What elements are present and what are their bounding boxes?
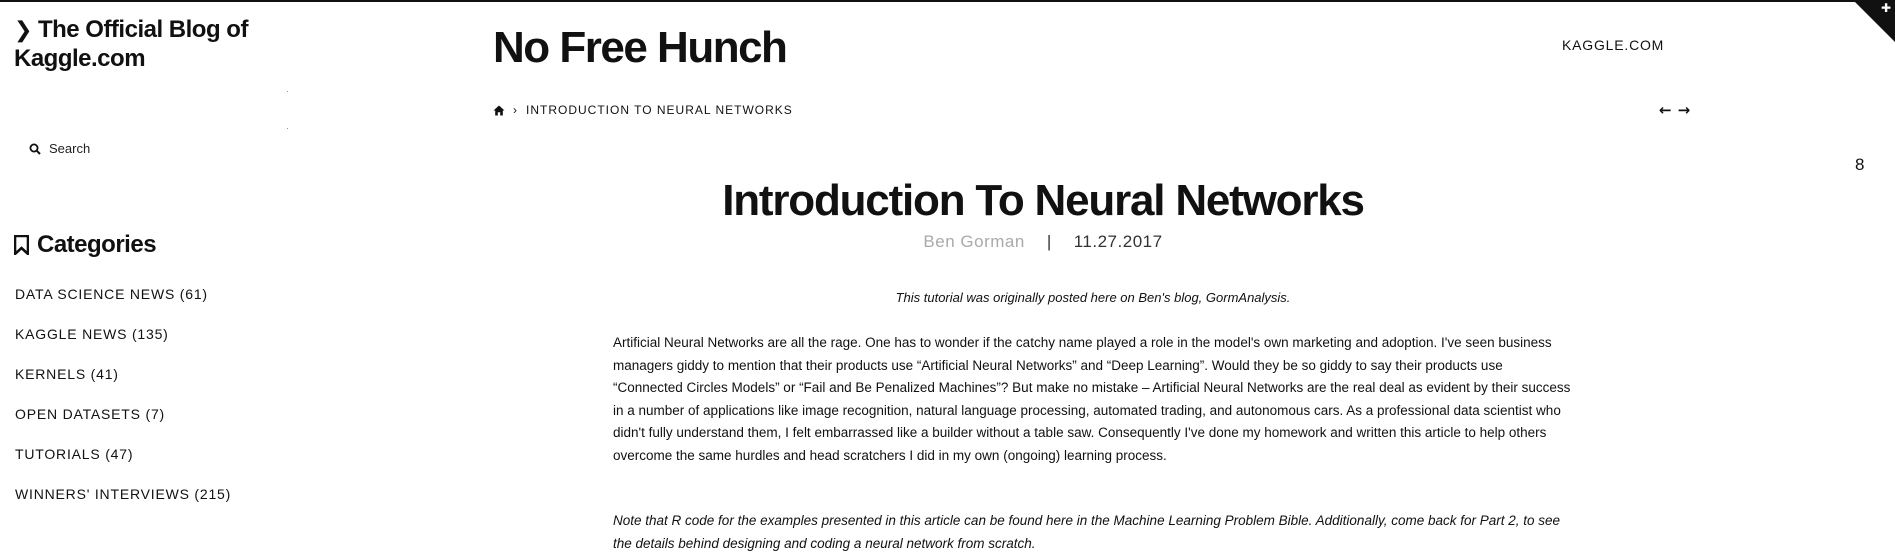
chevron-right-icon: ❯: [14, 18, 32, 43]
post-navigation: ← →: [1659, 101, 1690, 119]
breadcrumb-separator-icon: ›: [513, 103, 518, 117]
post-date: 11.27.2017: [1073, 232, 1163, 251]
previous-post-arrow-icon[interactable]: ←: [1659, 101, 1672, 119]
breadcrumb-current: INTRODUCTION TO NEURAL NETWORKS: [526, 103, 793, 117]
category-link-kaggle-news[interactable]: KAGGLE NEWS (135): [15, 326, 231, 366]
next-post-arrow-icon[interactable]: →: [1678, 101, 1691, 119]
post-author[interactable]: Ben Gorman: [923, 232, 1024, 251]
search-label: Search: [49, 141, 91, 156]
bookmark-icon: [14, 235, 29, 255]
home-icon[interactable]: [493, 105, 505, 116]
category-link-tutorials[interactable]: TUTORIALS (47): [15, 446, 231, 486]
categories-heading-text: Categories: [37, 231, 157, 258]
intro-note: This tutorial was originally posted here…: [895, 290, 1291, 305]
blog-title-link[interactable]: ❯ The Official Blog of Kaggle.com: [14, 16, 264, 73]
post-title: Introduction To Neural Networks: [722, 176, 1365, 225]
sidebar-divider-dot: [287, 128, 288, 129]
breadcrumb: › INTRODUCTION TO NEURAL NETWORKS: [493, 103, 793, 117]
meta-separator: |: [1046, 232, 1052, 251]
article-paragraph: Artificial Neural Networks are all the r…: [613, 335, 1571, 463]
article-note-paragraph: Note that R code for the examples presen…: [613, 513, 1561, 551]
category-link-kernels[interactable]: KERNELS (41): [15, 366, 231, 406]
search-icon: [29, 143, 41, 155]
blog-title-text: The Official Blog of Kaggle.com: [14, 16, 248, 72]
kaggle-com-link[interactable]: KAGGLE.COM: [1562, 37, 1664, 53]
category-list: DATA SCIENCE NEWS (61) KAGGLE NEWS (135)…: [15, 286, 231, 526]
sidebar: ❯ The Official Blog of Kaggle.com Search …: [0, 0, 300, 560]
sidebar-divider-dot: [287, 91, 288, 92]
search-button[interactable]: Search: [29, 141, 90, 156]
side-counter: 8: [1855, 155, 1865, 174]
category-link-open-datasets[interactable]: OPEN DATASETS (7): [15, 406, 231, 446]
categories-heading: Categories: [14, 231, 157, 259]
post-meta: Ben Gorman | 11.27.2017: [493, 232, 1593, 252]
category-link-data-science-news[interactable]: DATA SCIENCE NEWS (61): [15, 286, 231, 326]
site-name-link[interactable]: No Free Hunch: [493, 22, 788, 74]
category-link-winners-interviews[interactable]: WINNERS' INTERVIEWS (215): [15, 486, 231, 526]
corner-plus-icon[interactable]: ✚: [1881, 2, 1891, 14]
